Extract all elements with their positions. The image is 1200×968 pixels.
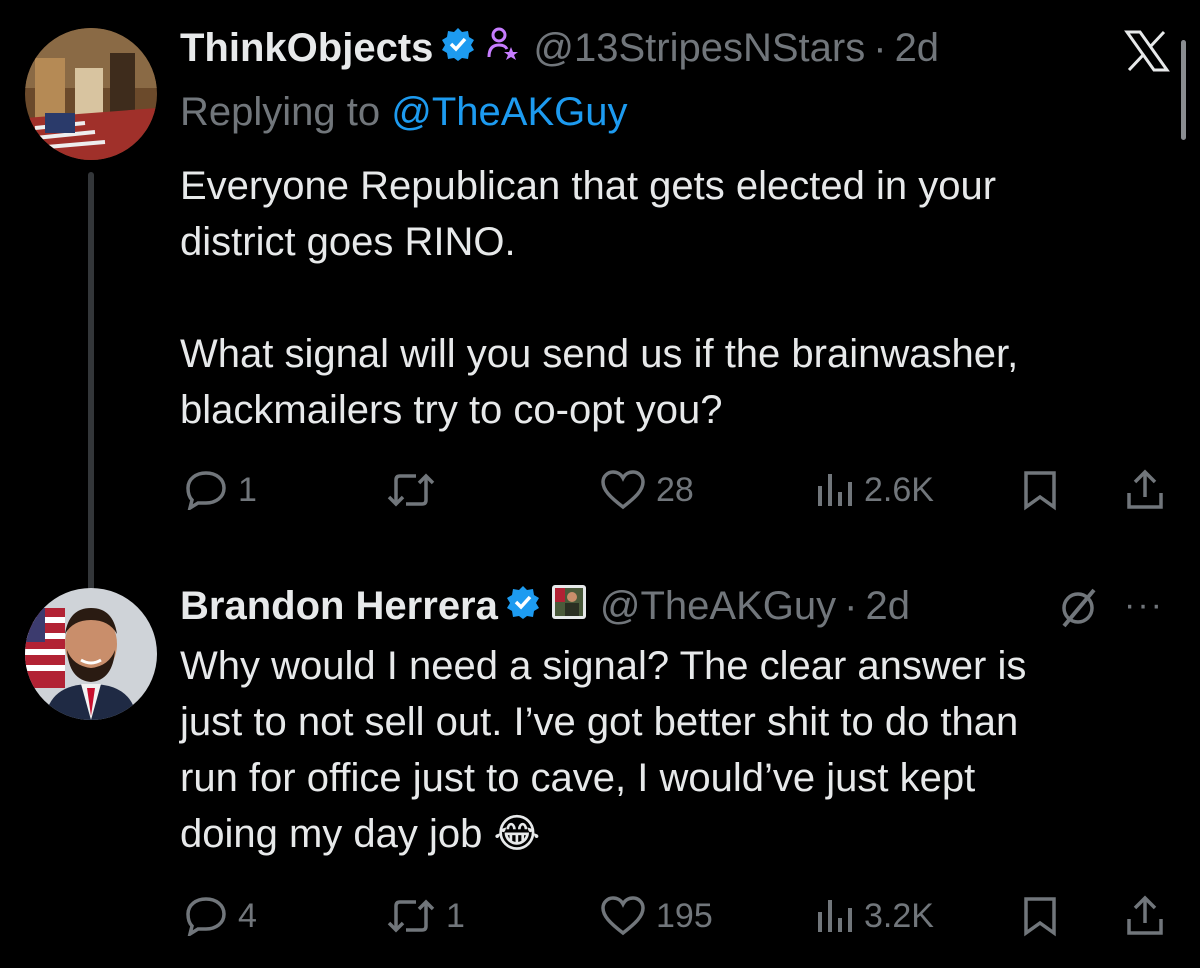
like-count: 28 [656, 470, 694, 509]
avatar[interactable] [25, 588, 157, 720]
views-chart-icon [818, 900, 852, 932]
views-chart-icon [818, 474, 852, 506]
bookmark-icon [1024, 471, 1056, 511]
share-button[interactable] [1124, 886, 1166, 946]
tweet-brandon-herrera[interactable]: Brandon Herrera @TheAKGuy · 2d ··· Why w… [0, 580, 1200, 968]
reply-button[interactable]: 1 [184, 460, 257, 520]
replying-to: Replying to @TheAKGuy [180, 90, 627, 135]
views-button[interactable]: 2.6K [814, 460, 934, 520]
verified-badge-icon [441, 24, 475, 72]
reply-icon [186, 897, 226, 936]
views-button[interactable]: 3.2K [814, 886, 934, 946]
tweet-header: Brandon Herrera @TheAKGuy · 2d [180, 582, 910, 630]
affiliate-badge-icon [551, 582, 586, 630]
handle[interactable]: @13StripesNStars [533, 24, 865, 72]
reply-icon [186, 471, 226, 510]
more-options-icon[interactable]: ··· [1124, 586, 1164, 625]
separator-dot: · [873, 26, 887, 70]
grok-slash-icon[interactable] [1056, 586, 1100, 635]
verified-badge-icon [506, 582, 540, 630]
tweet-text-content: Why would I need a signal? The clear ans… [180, 644, 1027, 856]
share-button[interactable] [1124, 460, 1166, 520]
tweet-actions: 1 28 2.6K [0, 460, 1200, 520]
tweet-header: ThinkObjects @13StripesNStars · 2d [180, 24, 939, 72]
bookmark-button[interactable] [1022, 460, 1058, 520]
thread-line [88, 172, 94, 600]
retweet-icon [387, 899, 435, 933]
like-button[interactable]: 195 [600, 886, 713, 946]
tweet-actions: 4 1 195 3.2K [0, 886, 1200, 946]
person-star-icon [487, 24, 519, 72]
tweet-text: Why would I need a signal? The clear ans… [180, 638, 1140, 862]
share-icon [1127, 469, 1163, 509]
tweet-text: Everyone Republican that gets elected in… [180, 164, 1019, 432]
reply-mention-link[interactable]: @TheAKGuy [391, 90, 627, 134]
view-count: 3.2K [864, 896, 934, 935]
avatar[interactable] [25, 28, 157, 160]
timestamp[interactable]: 2d [865, 582, 910, 630]
display-name[interactable]: ThinkObjects [180, 24, 433, 72]
like-count: 195 [656, 896, 713, 935]
bookmark-button[interactable] [1022, 886, 1058, 946]
display-name[interactable]: Brandon Herrera [180, 582, 498, 630]
replying-prefix: Replying to [180, 90, 392, 134]
reply-count: 4 [238, 896, 257, 935]
heart-icon [601, 470, 645, 510]
bookmark-icon [1024, 897, 1056, 937]
like-button[interactable]: 28 [600, 460, 694, 520]
retweet-button[interactable] [386, 460, 446, 520]
tweet-thinkobjects[interactable]: ThinkObjects @13StripesNStars · 2d Reply… [0, 0, 1200, 600]
retweet-icon [387, 473, 435, 507]
reply-button[interactable]: 4 [184, 886, 257, 946]
reply-count: 1 [238, 470, 257, 509]
view-count: 2.6K [864, 470, 934, 509]
retweet-count: 1 [446, 896, 465, 935]
timestamp[interactable]: 2d [895, 24, 940, 72]
heart-icon [601, 896, 645, 936]
laughing-emoji-icon: 😂 [493, 811, 541, 857]
retweet-button[interactable]: 1 [386, 886, 465, 946]
handle[interactable]: @TheAKGuy [600, 582, 836, 630]
share-icon [1127, 895, 1163, 935]
separator-dot: · [844, 584, 858, 628]
